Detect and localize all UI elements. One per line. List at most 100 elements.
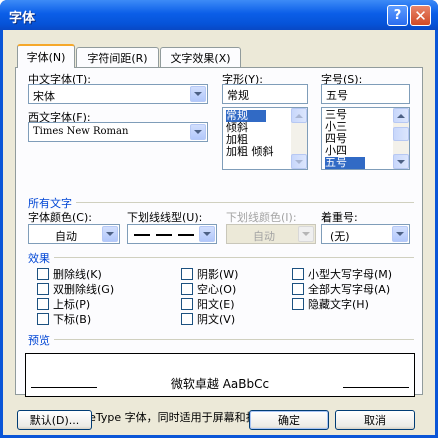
strikethrough-checkbox[interactable]: 删除线(K) (37, 266, 102, 282)
font-tab-panel: 中文字体(T): 宋体 西文字体(F): Times New Roman 字形(… (15, 67, 423, 424)
chevron-down-icon[interactable] (392, 226, 408, 242)
window-title: 字体 (9, 11, 36, 26)
tab-text-effects-label: 文字效果(X) (170, 51, 231, 65)
arrow-down-icon (295, 159, 303, 164)
checkbox-box[interactable] (37, 313, 49, 325)
tab-font[interactable]: 字体(N) (17, 44, 75, 68)
tab-font-label: 字体(N) (26, 51, 66, 64)
checkbox-label: 删除线(K) (53, 268, 102, 281)
hidden-text-checkbox[interactable]: 隐藏文字(H) (292, 296, 369, 312)
checkbox-box[interactable] (181, 313, 193, 325)
checkbox-box[interactable] (292, 283, 304, 295)
checkbox-label: 小型大写字母(M) (308, 268, 393, 281)
small-caps-checkbox[interactable]: 小型大写字母(M) (292, 266, 392, 282)
checkbox-label: 隐藏文字(H) (308, 298, 369, 311)
emboss-checkbox[interactable]: 阳文(E) (181, 296, 235, 312)
font-size-option-selected[interactable]: 五号 (325, 157, 365, 169)
default-button-label: 默认(D)... (29, 414, 80, 427)
preview-section-label: 预览 (28, 334, 50, 347)
chevron-down-icon[interactable] (190, 86, 206, 102)
cancel-button[interactable]: 取消 (335, 410, 415, 430)
superscript-checkbox[interactable]: 上标(P) (37, 296, 90, 312)
checkbox-label: 上标(P) (53, 298, 91, 311)
western-font-value: Times New Roman (33, 126, 129, 137)
all-caps-checkbox[interactable]: 全部大写字母(A) (292, 281, 390, 297)
engrave-checkbox[interactable]: 阴文(V) (181, 311, 235, 327)
font-size-input[interactable]: 五号 (321, 84, 410, 104)
close-icon: ✕ (414, 6, 427, 25)
scroll-up-button[interactable] (291, 108, 307, 123)
subscript-checkbox[interactable]: 下标(B) (37, 311, 91, 327)
font-color-label: 字体颜色(C): (28, 211, 92, 224)
font-dialog-window: 字体 ? ✕ 字体(N) 字符间距(R) 文字效果(X) 中文字体(T): 宋体… (0, 0, 438, 438)
chevron-down-icon[interactable] (199, 226, 215, 242)
font-style-option-bold-italic[interactable]: 加粗 倾斜 (226, 146, 274, 158)
preview-sample-text: 微软卓越 AaBbCc (170, 377, 270, 391)
section-divider (54, 339, 414, 340)
checkbox-label: 阴影(W) (197, 268, 239, 281)
font-size-scrollbar[interactable] (393, 108, 409, 169)
underline-style-sample (134, 234, 194, 236)
emphasis-mark-value: (无) (330, 230, 350, 243)
shadow-checkbox[interactable]: 阴影(W) (181, 266, 238, 282)
cancel-button-label: 取消 (364, 414, 386, 427)
underline-style-label: 下划线线型(U): (127, 211, 203, 224)
arrow-down-icon (397, 159, 405, 164)
chinese-font-combo[interactable]: 宋体 (28, 84, 208, 104)
scroll-down-button[interactable] (393, 154, 409, 169)
checkbox-box[interactable] (292, 298, 304, 310)
chevron-down-icon[interactable] (190, 124, 206, 140)
font-color-combo[interactable]: 自动 (28, 224, 120, 244)
tab-character-spacing-label: 字符间距(R) (87, 51, 148, 65)
checkbox-box[interactable] (37, 268, 49, 280)
ok-button[interactable]: 确定 (249, 410, 329, 430)
checkbox-box[interactable] (37, 298, 49, 310)
font-size-list[interactable]: 三号 小三 四号 小四 五号 (321, 107, 410, 170)
arrow-up-icon (295, 113, 303, 118)
effects-section-label: 效果 (28, 252, 50, 265)
help-icon: ? (393, 8, 402, 23)
underline-color-combo: 自动 (226, 224, 316, 244)
baseline-right (343, 387, 409, 388)
dialog-client-area: 字体(N) 字符间距(R) 文字效果(X) 中文字体(T): 宋体 西文字体(F… (3, 30, 435, 435)
tab-text-effects[interactable]: 文字效果(X) (160, 47, 241, 67)
checkbox-box[interactable] (181, 298, 193, 310)
checkbox-label: 全部大写字母(A) (308, 283, 391, 296)
underline-color-label: 下划线颜色(I): (226, 211, 297, 224)
tab-character-spacing[interactable]: 字符间距(R) (76, 47, 159, 67)
double-strikethrough-checkbox[interactable]: 双删除线(G) (37, 281, 114, 297)
font-style-list[interactable]: 常规 倾斜 加粗 加粗 倾斜 (222, 107, 308, 170)
help-button[interactable]: ? (387, 5, 408, 26)
scroll-thumb[interactable] (393, 127, 409, 141)
ok-button-label: 确定 (278, 414, 300, 427)
checkbox-box[interactable] (37, 283, 49, 295)
checkbox-box[interactable] (181, 283, 193, 295)
western-font-combo[interactable]: Times New Roman (28, 122, 208, 142)
checkbox-box[interactable] (181, 268, 193, 280)
checkbox-label: 下标(B) (53, 313, 92, 326)
checkbox-label: 空心(O) (197, 283, 237, 296)
font-color-value: 自动 (55, 230, 77, 243)
font-style-scrollbar[interactable] (291, 108, 307, 169)
arrow-up-icon (397, 113, 405, 118)
chevron-down-icon (298, 226, 314, 242)
section-divider (54, 257, 414, 258)
emphasis-mark-label: 着重号: (321, 211, 358, 224)
default-button[interactable]: 默认(D)... (17, 410, 92, 430)
outline-checkbox[interactable]: 空心(O) (181, 281, 236, 297)
checkbox-label: 阳文(E) (197, 298, 235, 311)
emphasis-mark-combo[interactable]: (无) (321, 224, 410, 244)
underline-color-value: 自动 (253, 230, 275, 243)
chevron-down-icon[interactable] (102, 226, 118, 242)
close-button[interactable]: ✕ (410, 5, 431, 26)
title-bar[interactable]: 字体 ? ✕ (0, 0, 438, 30)
checkbox-label: 阴文(V) (197, 313, 236, 326)
scroll-down-button[interactable] (291, 154, 307, 169)
chinese-font-value: 宋体 (33, 90, 55, 103)
checkbox-box[interactable] (292, 268, 304, 280)
checkbox-label: 双删除线(G) (53, 283, 115, 296)
font-style-input[interactable]: 常规 (222, 84, 308, 104)
scroll-up-button[interactable] (393, 108, 409, 123)
underline-style-combo[interactable] (127, 224, 217, 244)
section-divider (76, 202, 414, 203)
